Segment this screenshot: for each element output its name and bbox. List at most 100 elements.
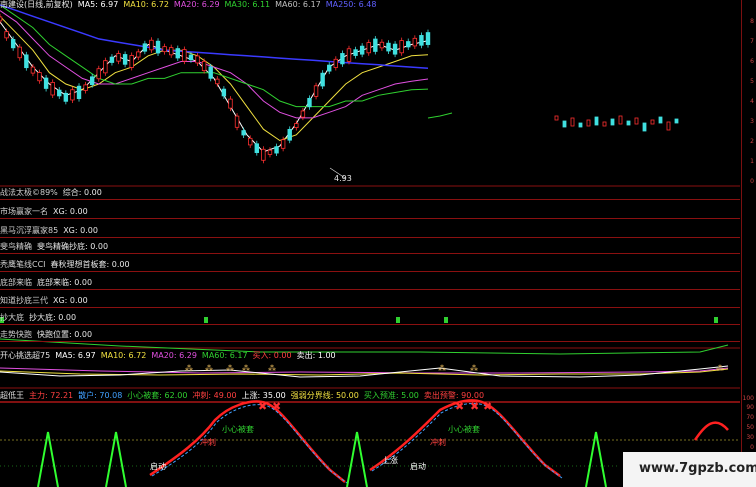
sub2-signal-label: 上涨 xyxy=(382,456,398,465)
indicator-label: 底部来临 xyxy=(0,278,32,287)
candle-body xyxy=(89,76,95,86)
candle-body xyxy=(182,49,187,62)
candle-body xyxy=(274,146,279,154)
candle-body xyxy=(162,46,167,53)
sub2-signal-label: 冲刺 xyxy=(200,438,216,447)
signal-mark xyxy=(714,317,718,323)
indicator-row: 抄大底 抄大底: 0.00 xyxy=(0,313,76,323)
candle-body xyxy=(586,119,591,127)
candle-body xyxy=(570,117,575,127)
row-separator xyxy=(0,341,740,342)
axis-tick: 5 xyxy=(750,78,754,85)
row-separator xyxy=(0,324,740,325)
candle-body xyxy=(17,46,22,59)
indicator-row: 走势快跑 快跑位置: 0.00 xyxy=(0,330,92,340)
indicator-row: 斐鸟精确 斐鸟精确抄底: 0.00 xyxy=(0,242,108,252)
indicator-value: 抄大底: 0.00 xyxy=(29,313,77,322)
indicator-value: 快跑位置: 0.00 xyxy=(37,330,93,339)
candle-body xyxy=(594,116,599,126)
sell-signal-x: ✖ xyxy=(258,400,267,413)
sell-signal-x: ✖ xyxy=(483,400,492,413)
candle-body xyxy=(412,37,418,47)
indicator-label: 战法太极©89% xyxy=(0,188,58,197)
candle-body xyxy=(650,119,655,125)
candle-body xyxy=(610,118,615,126)
candle-body xyxy=(554,115,559,121)
candle-body xyxy=(287,128,292,141)
ma-legend-item-2: MA10: 6.72 xyxy=(123,0,169,9)
axis-tick: 2 xyxy=(750,138,754,145)
sub2-legend-item-4: 冲刺: 49.00 xyxy=(192,391,237,400)
sub1-signal: ⁂ xyxy=(226,363,234,373)
sub1-signal: ⁂ xyxy=(438,363,446,373)
candle-body xyxy=(294,123,299,128)
chart-canvas: ⁂ ⁂ ⁂ ⁂ ⁂ ⁂ ⁂ ⁂ ✖ ✖ ✖ ✖ ✖ xyxy=(0,4,740,487)
indicator-label: 走势快跑 xyxy=(0,330,32,339)
axis-tick: 8 xyxy=(750,18,754,25)
candle-body xyxy=(320,72,325,87)
series-ma250 xyxy=(0,4,429,69)
indicator-value: 综合: 0.00 xyxy=(62,188,102,197)
retail-curve-2 xyxy=(371,402,563,479)
signal-mark xyxy=(204,317,208,323)
candle-body xyxy=(50,81,55,96)
indicator-label: 秃鹰笔线CCI xyxy=(0,260,46,269)
sub1-legend-item-2: MA10: 6.72 xyxy=(100,351,147,360)
candle-body xyxy=(366,42,371,54)
ma-legend-item-3: MA20: 6.29 xyxy=(173,0,220,9)
indicator-label: 斐鸟精确 xyxy=(0,242,32,251)
candle-body xyxy=(168,47,174,56)
candle-body xyxy=(228,98,233,109)
retail-curve xyxy=(151,404,348,484)
ma-legend-item-6: MA250: 6.48 xyxy=(325,0,377,9)
sub1-legend-item-0: 开心挑选超75 xyxy=(0,351,51,360)
candle-body xyxy=(261,148,266,161)
sub2-signal-label: 启动 xyxy=(410,462,426,471)
axis-tick: 0 xyxy=(750,444,754,451)
axis-tick: 4 xyxy=(750,98,754,105)
indicator-value: 斐鸟精确抄底: 0.00 xyxy=(37,242,109,251)
sub1-signal: ⁂ xyxy=(242,363,250,373)
series-ma30 xyxy=(0,4,429,108)
indicator-label: 抄大底 xyxy=(0,313,24,322)
axis-tick: 70 xyxy=(746,414,754,421)
candle-body xyxy=(333,58,339,68)
sell-signal-x: ✖ xyxy=(470,400,479,413)
row-separator xyxy=(0,237,740,238)
axis-tick: 100 xyxy=(742,395,754,402)
candle-body xyxy=(24,54,29,69)
candle-body xyxy=(221,88,227,97)
candle-body xyxy=(666,121,671,131)
indicator-row: 战法太极©89% 综合: 0.00 xyxy=(0,188,102,198)
candle-body xyxy=(122,54,128,65)
candle-body xyxy=(234,115,240,128)
row-separator xyxy=(0,253,740,254)
candle-body xyxy=(425,32,431,45)
indicator-value: XG: 0.00 xyxy=(63,226,98,235)
candle-body xyxy=(267,149,273,155)
candle-body xyxy=(386,42,391,52)
axis-tick: 90 xyxy=(746,404,754,411)
indicator-value: XG: 0.00 xyxy=(53,296,88,305)
sub1-legend-item-6: 卖出: 1.00 xyxy=(296,351,336,360)
main-force-curve-3 xyxy=(693,421,729,441)
sub2-legend-item-7: 买入预准: 5.00 xyxy=(363,391,419,400)
ma-legend-item-0: 南建设(日线,前复权) xyxy=(0,0,73,9)
sub1-legend-item-3: MA20: 6.29 xyxy=(151,351,197,360)
candle-body xyxy=(155,40,161,54)
sub2-signal-label: 小心被套 xyxy=(448,425,480,434)
candle-body xyxy=(43,77,49,89)
candle-body xyxy=(353,49,358,56)
candle-body xyxy=(578,122,583,128)
sub1-legend: 开心挑选超75 MA5: 6.97 MA10: 6.72 MA20: 6.29 MA60… xyxy=(0,351,341,361)
candle-body xyxy=(406,41,411,48)
candle-body xyxy=(30,66,36,74)
sub2-legend-item-1: 主力: 72.21 xyxy=(29,391,74,400)
low-price-label: 4.93 xyxy=(334,174,352,183)
axis-tick: 3 xyxy=(750,118,754,125)
axis-tick: 1 xyxy=(750,158,754,165)
ma-legend-item-1: MA5: 6.97 xyxy=(77,0,119,9)
candle-body xyxy=(562,120,567,128)
candle-body xyxy=(634,117,639,125)
signal-mark xyxy=(396,317,400,323)
